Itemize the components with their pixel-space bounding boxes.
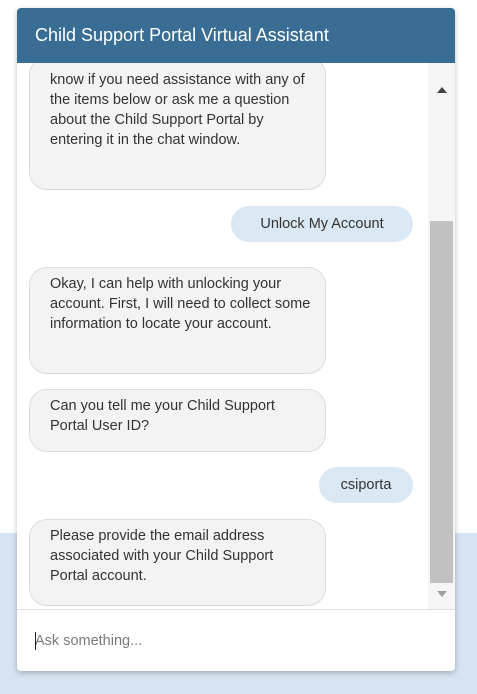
scroll-down-icon[interactable] [437, 591, 447, 597]
chat-messages[interactable]: know if you need assistance with any of … [17, 63, 455, 609]
bot-message: know if you need assistance with any of … [29, 63, 326, 190]
user-message: csiporta [319, 467, 413, 503]
bot-message: Can you tell me your Child Support Porta… [29, 389, 326, 452]
scroll-up-icon[interactable] [437, 87, 447, 93]
user-message: Unlock My Account [231, 206, 413, 242]
chat-header-title: Child Support Portal Virtual Assistant [17, 8, 455, 63]
bot-message: Please provide the email address associa… [29, 519, 326, 606]
chat-input[interactable] [17, 610, 455, 671]
text-caret [35, 632, 36, 650]
scrollbar-thumb[interactable] [430, 221, 453, 583]
chat-widget: Child Support Portal Virtual Assistant k… [17, 8, 455, 671]
chat-scrollbar[interactable] [428, 63, 455, 609]
bot-message: Okay, I can help with unlocking your acc… [29, 267, 326, 374]
